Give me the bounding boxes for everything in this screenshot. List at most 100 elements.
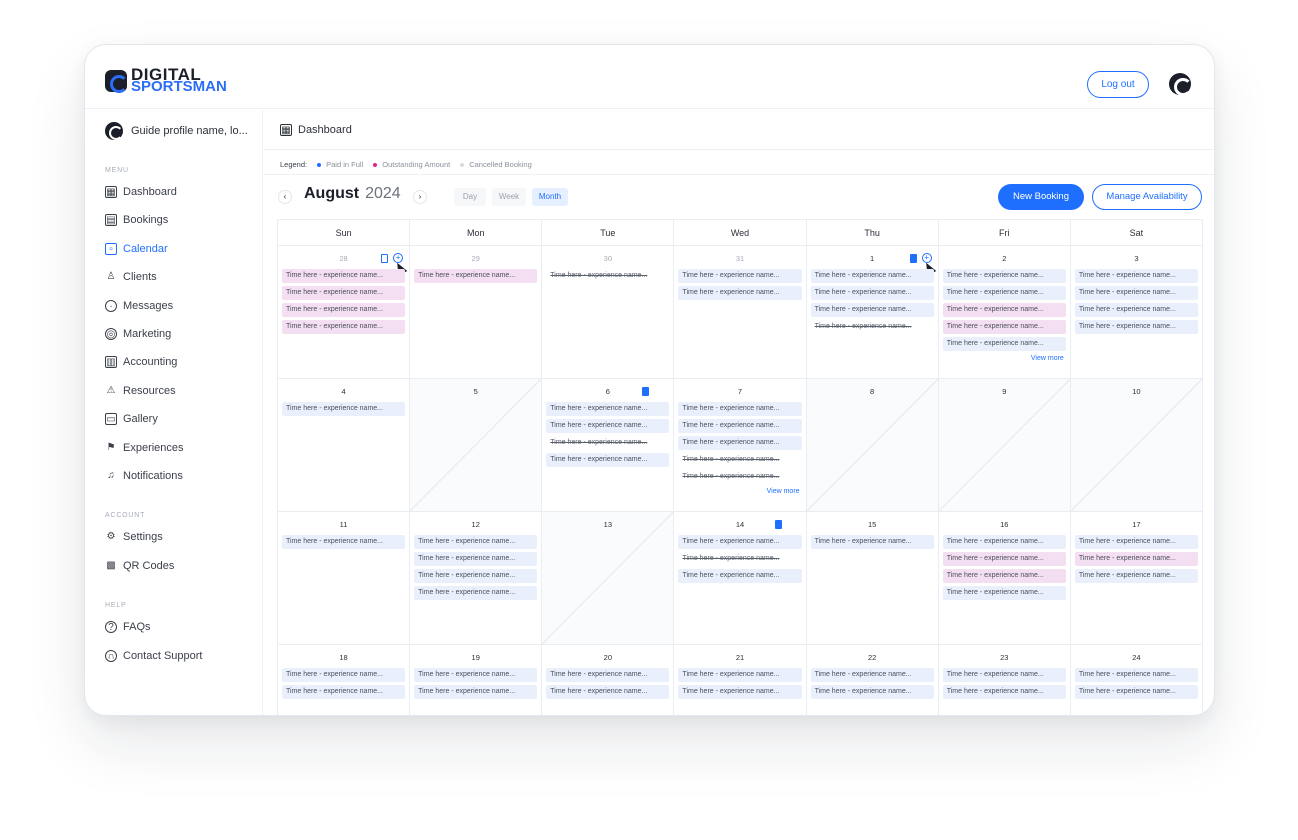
booking-event[interactable]: Time here - experience name...: [282, 535, 406, 549]
document-icon[interactable]: [642, 387, 650, 396]
booking-event[interactable]: Time here - experience name...: [942, 269, 1066, 283]
view-more-link[interactable]: View more: [943, 355, 1066, 362]
calendar-day[interactable]: 21 Time here - experience name... Time her…: [674, 645, 807, 715]
breadcrumb-current[interactable]: Dashboard: [298, 124, 352, 136]
sidebar-item-experiences[interactable]: ⚑ Experiences: [105, 442, 184, 454]
calendar-day-blocked[interactable]: 13: [542, 512, 675, 645]
calendar-day[interactable]: 31 Time here - experience name... Time her…: [674, 246, 807, 379]
booking-event[interactable]: Time here - experience name...: [678, 419, 802, 433]
sidebar-item-faqs[interactable]: ? FAQs: [105, 621, 151, 633]
tab-month[interactable]: Month: [532, 188, 568, 206]
sidebar-item-calendar[interactable]: ▫ Calendar: [105, 243, 168, 255]
sidebar-item-messages[interactable]: · Messages: [105, 300, 173, 312]
booking-event[interactable]: Time here - experience name...: [678, 535, 802, 549]
sidebar-item-contact-support[interactable]: ∩ Contact Support: [105, 650, 203, 662]
booking-event[interactable]: Time here - experience name...: [942, 569, 1066, 583]
booking-event[interactable]: Time here - experience name...: [942, 586, 1066, 600]
booking-event[interactable]: Time here - experience name...: [282, 286, 406, 300]
sidebar-item-resources[interactable]: ⚠ Resources: [105, 385, 176, 397]
booking-event[interactable]: Time here - experience name...: [810, 668, 934, 682]
calendar-day[interactable]: 2 Time here - experience name... Time here…: [938, 246, 1071, 379]
booking-event[interactable]: Time here - experience name...: [678, 552, 801, 566]
booking-event[interactable]: Time here - experience name...: [1074, 535, 1198, 549]
document-icon[interactable]: [909, 254, 917, 263]
booking-event[interactable]: Time here - experience name...: [678, 470, 801, 484]
calendar-day[interactable]: 18 Time here - experience name... Time her…: [278, 645, 411, 715]
calendar-day[interactable]: 15 Time here - experience name...: [806, 512, 939, 645]
calendar-day[interactable]: 17 Time here - experience name... Time her…: [1070, 512, 1203, 645]
booking-event[interactable]: Time here - experience name...: [1074, 269, 1198, 283]
booking-event[interactable]: Time here - experience name...: [414, 586, 538, 600]
calendar-day[interactable]: 22 Time here - experience name... Time her…: [807, 645, 939, 715]
booking-event[interactable]: Time here - experience name...: [546, 402, 670, 416]
booking-event[interactable]: Time here - experience name...: [414, 269, 538, 283]
booking-event[interactable]: Time here - experience name...: [414, 552, 538, 566]
user-avatar[interactable]: [1169, 73, 1192, 96]
booking-event[interactable]: Time here - experience name...: [1074, 685, 1198, 699]
sidebar-item-notifications[interactable]: ♫ Notifications: [105, 470, 183, 482]
view-more-link[interactable]: View more: [678, 488, 801, 495]
calendar-day-blocked[interactable]: 8: [806, 379, 939, 512]
booking-event[interactable]: Time here - experience name...: [546, 685, 670, 699]
calendar-day[interactable]: 12 Time here - experience name... Time her…: [410, 512, 543, 645]
booking-event[interactable]: Time here - experience name...: [810, 535, 934, 549]
booking-event[interactable]: Time here - experience name...: [1074, 569, 1198, 583]
booking-event[interactable]: Time here - experience name...: [1074, 320, 1198, 334]
booking-event[interactable]: Time here - experience name...: [1074, 303, 1198, 317]
booking-event[interactable]: Time here - experience name...: [546, 419, 670, 433]
calendar-day[interactable]: 4 Time here - experience name...: [278, 379, 411, 512]
booking-event[interactable]: Time here - experience name...: [942, 337, 1066, 351]
booking-event[interactable]: Time here - experience name...: [414, 685, 538, 699]
calendar-day[interactable]: 29 Time here - experience name...: [410, 246, 543, 379]
document-icon[interactable]: [381, 254, 389, 263]
booking-event[interactable]: Time here - experience name...: [414, 535, 538, 549]
calendar-day[interactable]: 23 Time here - experience name... Time her…: [939, 645, 1071, 715]
booking-event[interactable]: Time here - experience name...: [810, 269, 934, 283]
new-booking-button[interactable]: New Booking: [998, 184, 1084, 210]
prev-month-button[interactable]: ‹: [278, 190, 292, 204]
calendar-day[interactable]: 14 Time here - experience name... Time her…: [674, 512, 807, 645]
sidebar-item-settings[interactable]: ⚙ Settings: [105, 531, 163, 543]
calendar-day-blocked[interactable]: 10: [1070, 379, 1203, 512]
calendar-day[interactable]: 6 Time here - experience name... Time here…: [542, 379, 675, 512]
calendar-day[interactable]: 19 Time here - experience name... Time her…: [410, 645, 543, 715]
booking-event[interactable]: Time here - experience name...: [546, 453, 670, 467]
booking-event[interactable]: Time here - experience name...: [942, 286, 1066, 300]
booking-event[interactable]: Time here - experience name...: [810, 685, 934, 699]
booking-event[interactable]: Time here - experience name...: [282, 269, 406, 283]
sidebar-item-clients[interactable]: ♙ Clients: [105, 271, 157, 283]
booking-event[interactable]: Time here - experience name...: [678, 685, 802, 699]
tab-day[interactable]: Day: [454, 188, 486, 206]
booking-event[interactable]: Time here - experience name...: [942, 685, 1066, 699]
booking-event[interactable]: Time here - experience name...: [942, 668, 1066, 682]
next-month-button[interactable]: ›: [413, 190, 427, 204]
sidebar-item-bookings[interactable]: ▤ Bookings: [105, 214, 168, 226]
booking-event[interactable]: Time here - experience name...: [282, 685, 406, 699]
profile-switcher[interactable]: Guide profile name, lo...: [105, 122, 248, 140]
booking-event[interactable]: Time here - experience name...: [678, 402, 802, 416]
calendar-day[interactable]: 28 + Time here - experience name... Time he…: [278, 246, 411, 379]
booking-event[interactable]: Time here - experience name...: [942, 303, 1066, 317]
booking-event[interactable]: Time here - experience name...: [414, 668, 538, 682]
booking-event[interactable]: Time here - experience name...: [942, 552, 1066, 566]
booking-event[interactable]: Time here - experience name...: [282, 303, 406, 317]
document-icon[interactable]: [774, 520, 782, 529]
calendar-day[interactable]: 1 + Time here - experience name... Time her…: [806, 246, 939, 379]
calendar-day[interactable]: 24 Time here - experience name... Time her…: [1071, 645, 1203, 715]
calendar-day-blocked[interactable]: 9: [938, 379, 1071, 512]
sidebar-item-qr-codes[interactable]: ▩ QR Codes: [105, 560, 174, 572]
booking-event[interactable]: Time here - experience name...: [546, 436, 669, 450]
booking-event[interactable]: Time here - experience name...: [1074, 286, 1198, 300]
sidebar-item-marketing[interactable]: ◎ Marketing: [105, 328, 171, 340]
booking-event[interactable]: Time here - experience name...: [942, 535, 1066, 549]
booking-event[interactable]: Time here - experience name...: [1074, 552, 1198, 566]
booking-event[interactable]: Time here - experience name...: [414, 569, 538, 583]
calendar-day[interactable]: 3 Time here - experience name... Time here…: [1070, 246, 1203, 379]
calendar-day[interactable]: 16 Time here - experience name... Time her…: [938, 512, 1071, 645]
calendar-day[interactable]: 20 Time here - experience name... Time her…: [542, 645, 675, 715]
booking-event[interactable]: Time here - experience name...: [1074, 668, 1198, 682]
booking-event[interactable]: Time here - experience name...: [282, 402, 406, 416]
brand-logo[interactable]: DIGITAL SPORTSMAN: [105, 66, 227, 94]
booking-event[interactable]: Time here - experience name...: [810, 286, 934, 300]
booking-event[interactable]: Time here - experience name...: [678, 436, 802, 450]
